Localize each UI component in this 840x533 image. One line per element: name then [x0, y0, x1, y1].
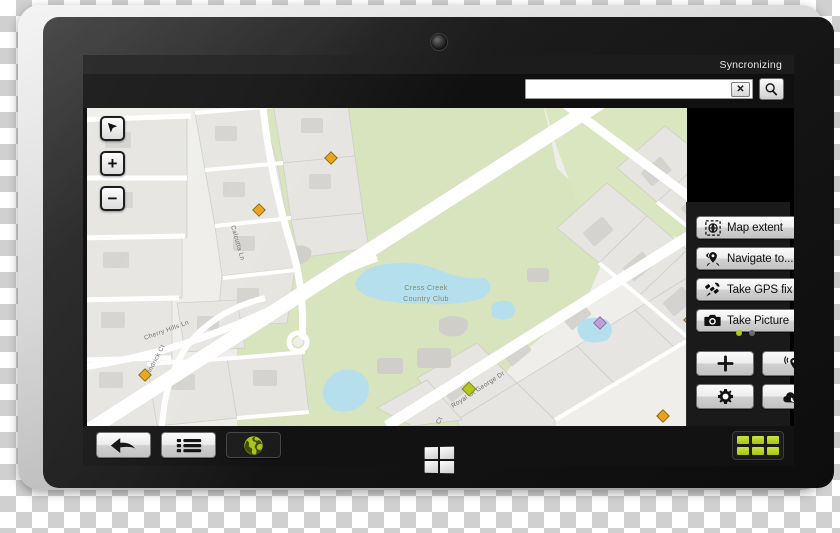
map-pointer-tool-button[interactable]	[100, 116, 125, 141]
bottom-toolbar-right	[732, 431, 784, 460]
tablet-outer-frame: Syncronizing ✕ Cress Creek Country Club …	[18, 5, 834, 490]
take-gps-fix-button[interactable]: Take GPS fix	[696, 278, 794, 301]
grid-cell	[737, 447, 749, 455]
take-picture-label: Take Picture	[727, 314, 790, 327]
navigate-pin-icon	[704, 250, 721, 267]
page-dot-active[interactable]	[736, 330, 742, 336]
navigate-to-label: Navigate to...	[727, 252, 794, 265]
search-box[interactable]: ✕	[525, 79, 753, 99]
page-dot-inactive[interactable]	[749, 330, 755, 336]
grid-cell	[737, 436, 749, 444]
take-gps-fix-label: Take GPS fix	[727, 283, 793, 296]
settings-button[interactable]	[696, 384, 754, 409]
tool-panel-icon-grid	[696, 351, 794, 409]
windows-home-button[interactable]	[417, 444, 461, 476]
satellite-icon	[704, 281, 721, 298]
globe-icon	[244, 435, 263, 455]
gps-pin-icon	[783, 356, 794, 369]
page-indicator-dots	[736, 330, 755, 336]
tablet-body: Syncronizing ✕ Cress Creek Country Club …	[43, 17, 834, 488]
gps-location-button[interactable]	[762, 351, 794, 376]
tablet-screen: Syncronizing ✕ Cress Creek Country Club …	[83, 55, 794, 466]
bottom-toolbar-left	[96, 432, 281, 458]
back-arrow-icon	[110, 437, 136, 453]
take-picture-button[interactable]: Take Picture	[696, 309, 794, 332]
map-label-cress-creek: Cress Creek	[404, 285, 447, 292]
plus-icon: +	[107, 154, 118, 173]
minus-icon: −	[107, 189, 118, 208]
add-feature-button[interactable]	[696, 351, 754, 376]
cursor-icon	[107, 122, 118, 133]
navigate-to-button[interactable]: Navigate to...	[696, 247, 794, 270]
search-row: ✕	[525, 78, 784, 100]
grid-cell	[752, 447, 764, 455]
search-input[interactable]	[526, 80, 752, 98]
map-extent-label: Map extent	[727, 221, 783, 234]
grid-cell	[767, 436, 779, 444]
tool-panel: Map extent Navigate to... Take GPS fix T…	[686, 202, 794, 464]
status-strip: Syncronizing	[83, 55, 794, 74]
magnifier-icon	[765, 82, 778, 95]
gear-icon	[717, 388, 733, 405]
map-zoom-out-button[interactable]: −	[100, 186, 125, 211]
map-extent-icon	[704, 219, 721, 236]
screenshot-stage: Syncronizing ✕ Cress Creek Country Club …	[0, 0, 840, 533]
map-label-country-club: Country Club	[403, 296, 449, 303]
globe-button[interactable]	[226, 432, 281, 458]
clear-search-button[interactable]: ✕	[731, 82, 750, 97]
back-button[interactable]	[96, 432, 151, 458]
grid-cell	[752, 436, 764, 444]
plus-icon	[716, 355, 734, 372]
list-button[interactable]	[161, 432, 216, 458]
app-grid-button[interactable]	[732, 431, 784, 460]
windows-logo-icon	[424, 446, 454, 474]
cloud-sync-icon	[782, 391, 794, 403]
tool-panel-button-stack: Map extent Navigate to... Take GPS fix T…	[696, 216, 794, 332]
app-bar: Syncronizing ✕	[83, 55, 794, 108]
search-submit-button[interactable]	[759, 78, 784, 100]
map-extent-button[interactable]: Map extent	[696, 216, 794, 239]
map-graphic: Cress Creek Country Club Calcutta Ln Che…	[87, 108, 687, 426]
map-zoom-in-button[interactable]: +	[100, 151, 125, 176]
map-zoom-controls: + −	[100, 116, 125, 211]
list-icon	[176, 438, 201, 452]
grid-cell	[767, 447, 779, 455]
front-camera-icon	[430, 34, 447, 50]
sync-status-text: Syncronizing	[719, 58, 782, 71]
sync-button[interactable]	[762, 384, 794, 409]
map-canvas[interactable]: Cress Creek Country Club Calcutta Ln Che…	[87, 108, 687, 426]
camera-icon	[704, 312, 721, 329]
